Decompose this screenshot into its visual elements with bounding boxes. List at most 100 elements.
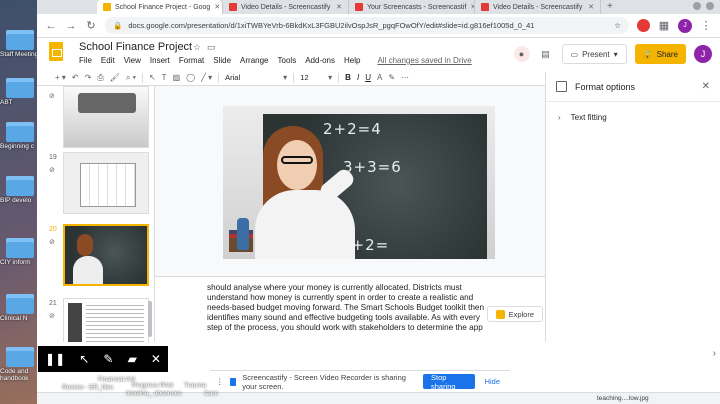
print-icon[interactable]: ⎙ xyxy=(97,73,103,83)
dock-file-label[interactable]: Review - ER_files xyxy=(62,384,113,391)
reload-icon[interactable]: ↻ xyxy=(85,19,97,32)
slide-thumbnail[interactable] xyxy=(63,86,149,148)
comments-icon[interactable]: ▤ xyxy=(538,46,554,62)
screencastify-recording-icon[interactable]: ● xyxy=(513,46,530,62)
menu-arrange[interactable]: Arrange xyxy=(240,56,268,65)
folder-icon xyxy=(6,294,34,314)
tab-school-finance[interactable]: School Finance Project - Goog ✕ xyxy=(97,0,223,14)
undo-icon[interactable]: ↶ xyxy=(72,73,79,82)
hide-button[interactable]: Hide xyxy=(481,374,504,389)
desktop-folder-label: Clinical N xyxy=(0,315,28,322)
close-icon[interactable]: ✕ xyxy=(588,3,594,11)
format-options-title: Format options xyxy=(575,81,636,92)
menu-file[interactable]: File xyxy=(79,56,92,65)
chrome-menu-icon[interactable]: ⋮ xyxy=(700,19,712,32)
dock-file-label[interactable]: Care xyxy=(204,390,218,397)
stop-sharing-button[interactable]: Stop sharing xyxy=(423,373,475,391)
lock-icon: 🔒 xyxy=(113,21,123,30)
menu-slide[interactable]: Slide xyxy=(213,56,231,65)
docs-header: School Finance Project ☆ ▭ File Edit Vie… xyxy=(37,38,720,70)
slides-logo-icon[interactable] xyxy=(49,42,63,61)
bookmark-star-icon[interactable]: ☆ xyxy=(614,21,621,30)
new-slide-icon[interactable]: + ▾ xyxy=(55,73,66,82)
zoom-icon[interactable]: ⌕ ▾ xyxy=(126,73,136,83)
slide-thumbnail[interactable] xyxy=(63,224,149,286)
textbox-icon[interactable]: T xyxy=(162,73,167,82)
minimize-button[interactable] xyxy=(693,2,701,10)
move-folder-icon[interactable]: ▭ xyxy=(207,42,216,53)
document-title[interactable]: School Finance Project xyxy=(79,41,192,53)
menu-edit[interactable]: Edit xyxy=(101,56,115,65)
explore-button[interactable]: Explore xyxy=(486,306,543,322)
eraser-icon[interactable]: ▰ xyxy=(128,352,137,366)
italic-button[interactable]: I xyxy=(357,73,359,82)
chevron-down-icon[interactable]: ▾ xyxy=(328,73,332,82)
maximize-button[interactable] xyxy=(706,2,714,10)
filmstrip-scrollbar[interactable] xyxy=(148,301,152,337)
dock-file-label[interactable]: Financial Aid xyxy=(98,376,135,383)
dock-file-label[interactable]: Progress PArk xyxy=(132,382,173,389)
underline-button[interactable]: U xyxy=(365,73,371,82)
chevron-right-icon[interactable]: › xyxy=(713,348,716,359)
present-button[interactable]: ▭ Present ▾ xyxy=(561,44,627,64)
select-icon[interactable]: ↖ xyxy=(149,73,156,82)
star-icon[interactable]: ☆ xyxy=(193,42,201,53)
pen-icon[interactable]: ✎ xyxy=(103,352,113,366)
back-icon[interactable]: ← xyxy=(45,20,57,32)
window-controls xyxy=(693,2,714,10)
link-icon: ⊘ xyxy=(49,313,55,320)
tab-title: Your Screencasts - Screencastif xyxy=(367,3,467,11)
slide-thumbnail[interactable] xyxy=(63,152,149,214)
text-color-icon[interactable]: A xyxy=(377,73,382,82)
bold-button[interactable]: B xyxy=(345,73,351,82)
url-field[interactable]: 🔒 docs.google.com/presentation/d/1xiTWBY… xyxy=(105,17,629,34)
folder-icon xyxy=(6,30,34,50)
screencastify-extension-icon[interactable] xyxy=(637,19,650,32)
font-select[interactable]: Arial xyxy=(225,73,277,82)
tab-title: Video Details - Screencastify xyxy=(241,3,331,11)
chevron-down-icon[interactable]: ▾ xyxy=(283,73,287,82)
dock-file-label[interactable]: timeline_ absences xyxy=(126,390,182,397)
redo-icon[interactable]: ↷ xyxy=(85,73,92,82)
link-icon: ⊘ xyxy=(49,239,55,246)
slide-thumbnail[interactable] xyxy=(63,298,149,342)
menu-view[interactable]: View xyxy=(124,56,141,65)
menu-addons[interactable]: Add-ons xyxy=(305,56,335,65)
pause-icon[interactable]: ❚❚ xyxy=(45,352,65,366)
sharing-icon xyxy=(229,377,237,386)
save-status[interactable]: All changes saved in Drive xyxy=(377,56,471,65)
highlight-icon[interactable]: ✎ xyxy=(388,73,395,82)
font-size-select[interactable]: 12 xyxy=(300,73,322,82)
paint-format-icon[interactable]: 🖌 xyxy=(110,73,120,82)
menu-tools[interactable]: Tools xyxy=(278,56,297,65)
tab-video-details-2[interactable]: Video Details - Screencastify ✕ xyxy=(475,0,601,14)
profile-avatar[interactable]: J xyxy=(678,18,692,33)
close-icon[interactable]: ✕ xyxy=(214,3,220,11)
cursor-icon[interactable]: ↖ xyxy=(79,352,89,366)
download-item[interactable]: teaching....low.jpg xyxy=(597,393,649,404)
user-avatar[interactable]: J xyxy=(694,45,712,63)
close-icon[interactable]: ✕ xyxy=(702,81,710,92)
menu-format[interactable]: Format xyxy=(179,56,204,65)
close-icon[interactable]: ✕ xyxy=(151,352,161,366)
forward-icon[interactable]: → xyxy=(65,20,77,32)
extensions-icon[interactable]: ▦ xyxy=(658,19,670,32)
image-icon[interactable]: ▨ xyxy=(173,73,181,82)
toolbar-divider xyxy=(338,72,340,83)
slide-image[interactable]: 2+2=4 3+3=6 5+2= xyxy=(223,106,495,259)
girl-graphic xyxy=(77,234,93,256)
share-button[interactable]: 🔒 Share xyxy=(634,44,686,64)
tab-video-details[interactable]: Video Details - Screencastify ✕ xyxy=(223,0,349,14)
text-fitting-label: Text fitting xyxy=(570,112,607,122)
menu-help[interactable]: Help xyxy=(344,56,360,65)
more-icon[interactable]: ⋯ xyxy=(401,73,409,82)
tab-your-screencasts[interactable]: Your Screencasts - Screencastif ✕ xyxy=(349,0,475,14)
folder-icon xyxy=(6,78,34,98)
dock-file-label[interactable]: Trauma xyxy=(184,382,206,389)
new-tab-button[interactable]: + xyxy=(601,0,619,14)
text-fitting-section[interactable]: › Text fitting xyxy=(546,102,720,132)
shape-icon[interactable]: ◯ xyxy=(186,73,195,82)
menu-insert[interactable]: Insert xyxy=(150,56,170,65)
close-icon[interactable]: ✕ xyxy=(336,3,342,11)
line-icon[interactable]: ╱ ▾ xyxy=(201,73,212,82)
